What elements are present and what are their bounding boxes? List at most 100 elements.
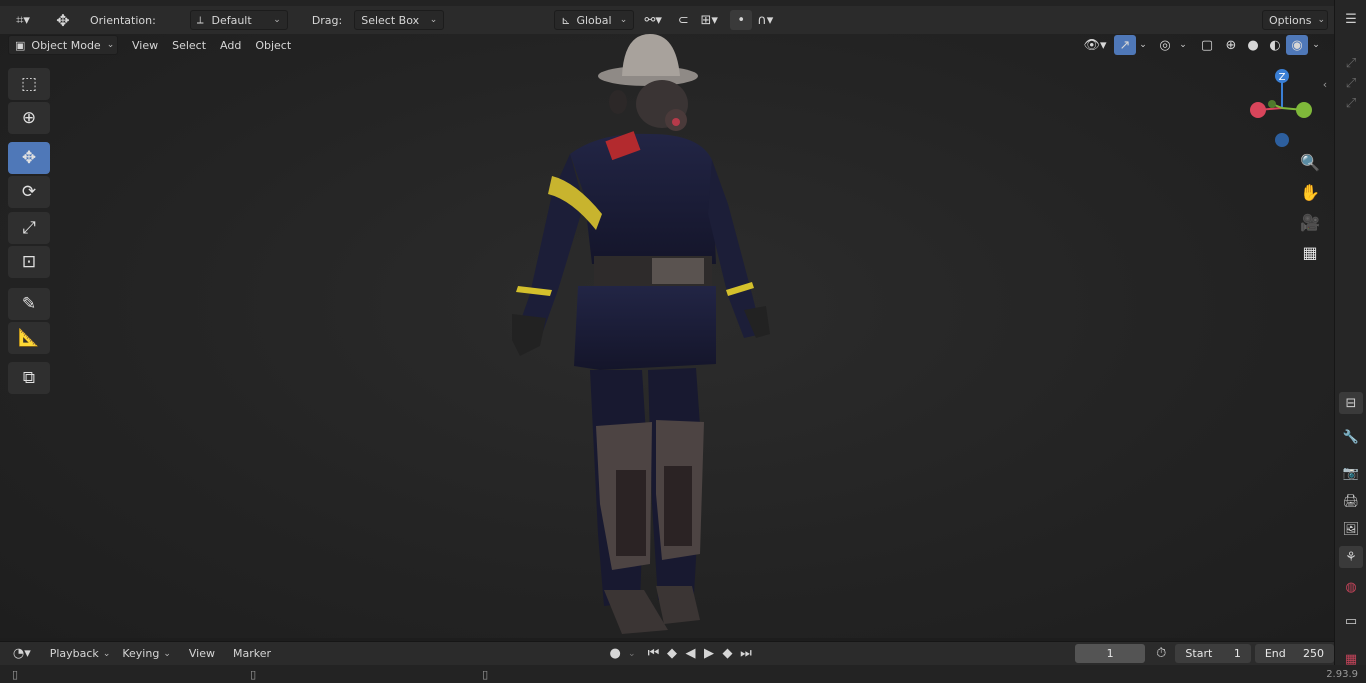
move-tool-icon[interactable]: ✥ (50, 10, 76, 30)
measure-tool[interactable]: 📐 (8, 322, 50, 354)
transform-orientation-dropdown[interactable]: ⊾ Global ⌄ (554, 10, 635, 30)
annotate-tool[interactable]: ✎ (8, 288, 50, 320)
move-icon: ✥ (21, 148, 37, 168)
current-frame-field[interactable]: 1 (1075, 644, 1146, 663)
orientation-axes-icon: ⟂ (196, 14, 204, 26)
gizmo-neg-y-axis[interactable] (1268, 100, 1276, 108)
jump-end-icon[interactable]: ⏭ (737, 644, 755, 664)
pan-hand-icon[interactable]: ✋ (1296, 180, 1324, 204)
jump-keyframe-back-icon[interactable]: ◆ (663, 644, 681, 664)
chevron-down-icon: ⌄ (106, 40, 115, 50)
navigation-gizmo[interactable]: Z (1242, 64, 1322, 154)
solid-shading-icon[interactable]: ● (1242, 35, 1264, 55)
timeline-header: ◔▾ Playback ⌄ Keying ⌄ View Marker ● ⌄ ⏮… (0, 641, 1334, 665)
transform-icon: ⊡ (21, 252, 37, 272)
world-properties-icon[interactable]: ◍ (1339, 576, 1363, 598)
menu-object[interactable]: Object (249, 37, 297, 54)
3d-viewport[interactable]: ⬚ ⊕ ✥ ⟳ ⤢ ⊡ ✎ 📐 ⧉ Z 🔍 ✋ 🎥 ▦ ‹ (0, 34, 1334, 638)
chevron-down-icon[interactable]: ⌄ (1308, 35, 1324, 55)
overlays-icon[interactable]: ◎ (1154, 35, 1176, 55)
cursor-icon: ⊕ (21, 108, 37, 128)
start-label: Start (1185, 647, 1213, 660)
chevron-down-icon: ⌄ (1317, 15, 1325, 25)
cursor-tool[interactable]: ⊕ (8, 102, 50, 134)
mode-dropdown[interactable]: ▣ Object Mode ⌄ (8, 35, 118, 55)
chevron-down-icon[interactable]: ⌄ (1136, 35, 1150, 55)
rendered-shading-icon[interactable]: ◉ (1286, 35, 1308, 55)
properties-tab-column: ☰ ⤢ ⤢ ⤢ ⊟ 🔧 📷 🖨 🖼 ⚘ ◍ ▭ ▦ (1334, 0, 1366, 667)
view-layer-properties-icon[interactable]: 🖼 (1339, 518, 1363, 540)
select-box-tool[interactable]: ⬚ (8, 68, 50, 100)
tab-tool-2-icon[interactable]: ⤢ (1339, 72, 1363, 94)
auto-keying-record-icon[interactable]: ● (605, 644, 625, 664)
output-properties-icon[interactable]: 🖨 (1339, 490, 1363, 512)
menu-view[interactable]: View (126, 37, 164, 54)
character-model[interactable] (0, 34, 1334, 638)
viewport-header: ▣ Object Mode ⌄ View Select Add Object 👁… (0, 34, 1334, 56)
timeline-marker-menu[interactable]: Marker (227, 645, 277, 662)
collapse-arrow-icon[interactable]: ‹ (1318, 72, 1332, 96)
chevron-down-icon[interactable]: ⌄ (625, 644, 638, 664)
gizmo-neg-z-axis[interactable] (1275, 133, 1289, 147)
editor-type-icon[interactable]: ⌗▾ (8, 10, 38, 30)
scene-properties-icon[interactable]: ⚘ (1339, 546, 1363, 568)
stopwatch-icon[interactable]: ⏱ (1151, 644, 1171, 664)
jump-keyframe-forward-icon[interactable]: ◆ (718, 644, 736, 664)
collection-properties-icon[interactable]: ▭ (1339, 610, 1363, 632)
gizmo-x-axis[interactable] (1250, 102, 1266, 118)
tool-properties-icon[interactable]: 🔧 (1339, 426, 1363, 448)
gizmo-toggle-icon[interactable]: ↗ (1114, 35, 1136, 55)
end-frame-field[interactable]: End 250 (1254, 644, 1334, 663)
proportional-edit-icon[interactable]: • (730, 10, 753, 30)
playback-menu[interactable]: Playback ⌄ (44, 644, 117, 664)
drag-dropdown[interactable]: Select Box ⌄ (354, 10, 445, 30)
menu-add[interactable]: Add (214, 37, 247, 54)
rotate-tool[interactable]: ⟳ (8, 176, 50, 208)
timeline-view-menu[interactable]: View (183, 645, 221, 662)
status-bar: ▯ ▯ ▯ 2.93.9 (0, 665, 1366, 683)
perspective-grid-icon[interactable]: ▦ (1296, 240, 1324, 264)
chevron-down-icon[interactable]: ⌄ (1176, 35, 1190, 55)
snap-target-icon[interactable]: ⊞▾ (694, 10, 724, 30)
visibility-eye-icon[interactable]: 👁▾ (1080, 35, 1110, 55)
add-cube-tool[interactable]: ⧉ (8, 362, 50, 394)
mouse-left-icon: ▯ (12, 667, 19, 681)
menu-select[interactable]: Select (166, 37, 212, 54)
mouse-right-icon: ▯ (482, 667, 489, 681)
timeline-editor-icon[interactable]: ◔▾ (8, 644, 36, 664)
keying-menu[interactable]: Keying ⌄ (116, 644, 177, 664)
falloff-icon[interactable]: ∩▾ (752, 10, 778, 30)
orientation-dropdown[interactable]: ⟂ Default ⌄ (189, 10, 288, 30)
material-shading-icon[interactable]: ◐ (1264, 35, 1286, 55)
chevron-down-icon: ⌄ (273, 15, 281, 25)
play-reverse-icon[interactable]: ◀ (681, 644, 699, 664)
start-frame-field[interactable]: Start 1 (1175, 644, 1251, 663)
select-box-icon: ⬚ (20, 74, 38, 94)
pivot-point-icon[interactable]: ⚯▾ (638, 10, 668, 30)
mode-value: Object Mode (31, 38, 101, 52)
gizmo-y-axis[interactable] (1296, 102, 1312, 118)
tab-tool-3-icon[interactable]: ⤢ (1339, 92, 1363, 114)
version-label: 2.93.9 (1326, 668, 1358, 680)
render-properties-icon[interactable]: 📷 (1339, 462, 1363, 484)
zoom-icon[interactable]: 🔍 (1296, 150, 1324, 174)
outliner-icon[interactable]: ☰ (1339, 8, 1363, 30)
current-frame-value: 1 (1106, 647, 1114, 660)
move-tool[interactable]: ✥ (8, 142, 50, 174)
scale-icon: ⤢ (22, 218, 36, 238)
keying-label: Keying (122, 647, 160, 660)
wireframe-shading-icon[interactable]: ⊕ (1220, 35, 1242, 55)
xray-icon[interactable]: ▢ (1196, 35, 1218, 55)
camera-view-icon[interactable]: 🎥 (1296, 210, 1324, 234)
measure-icon: 📐 (18, 328, 40, 348)
mouse-middle-icon: ▯ (250, 667, 257, 681)
chevron-down-icon: ⌄ (163, 648, 171, 659)
play-icon[interactable]: ▶ (700, 644, 718, 664)
transform-tool[interactable]: ⊡ (8, 246, 50, 278)
tab-tool-1-icon[interactable]: ⤢ (1339, 52, 1363, 74)
properties-toggle-icon[interactable]: ⊟ (1339, 392, 1363, 414)
scale-tool[interactable]: ⤢ (8, 212, 50, 244)
jump-start-icon[interactable]: ⏮ (644, 644, 662, 664)
options-dropdown[interactable]: Options ⌄ (1262, 10, 1328, 30)
snap-icon[interactable]: ⊂ (672, 10, 694, 30)
